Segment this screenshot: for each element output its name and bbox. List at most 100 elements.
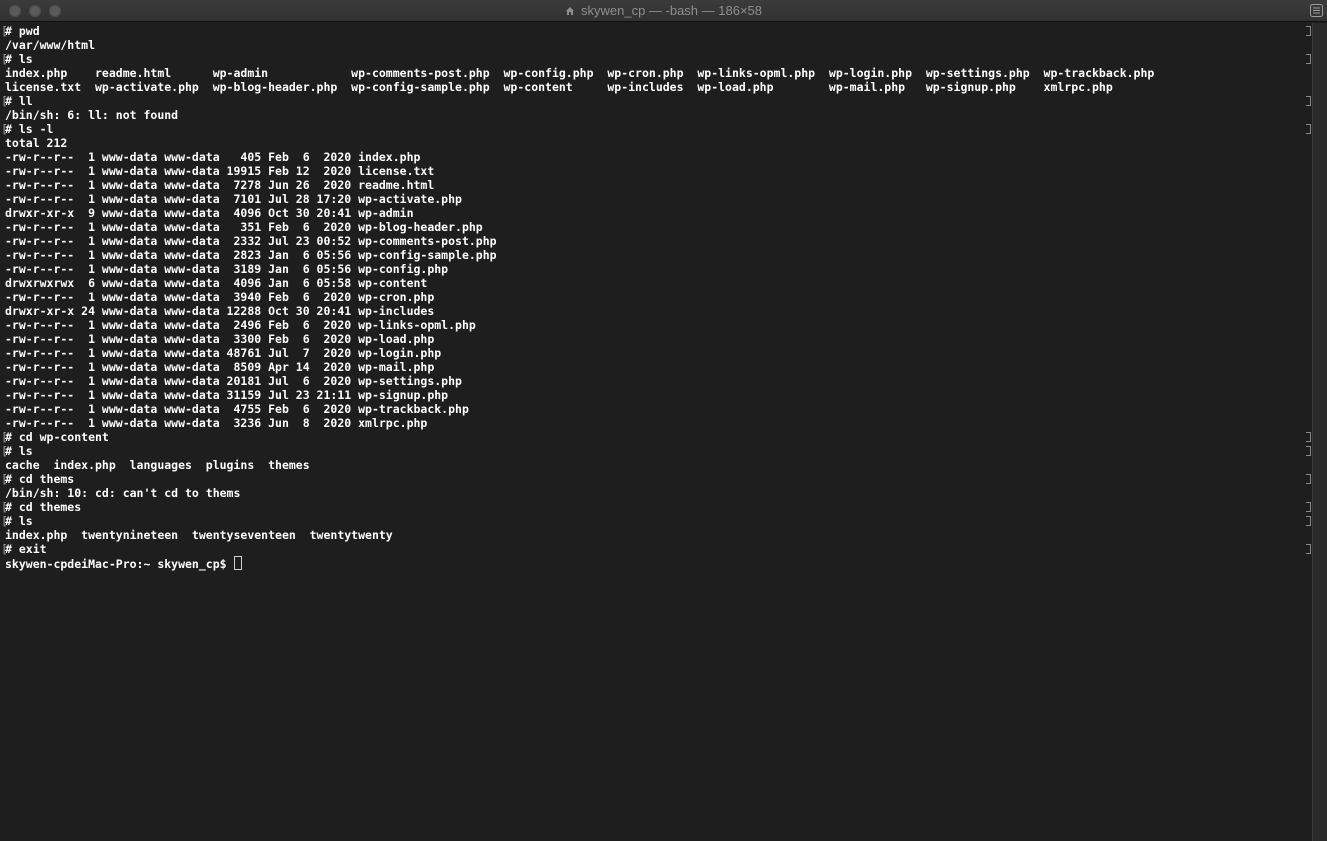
output-line: -rw-r--r-- 1 www-data www-data 3300 Feb …	[5, 332, 1312, 346]
line-text: -rw-r--r-- 1 www-data www-data 3940 Feb …	[5, 290, 435, 304]
command-line: [# cd themes	[1, 500, 1312, 514]
command-line: [# ll	[1, 94, 1312, 108]
line-text: cache index.php languages plugins themes	[5, 458, 310, 472]
line-text: index.php twentynineteen twentyseventeen…	[5, 528, 393, 542]
prompt-mark-right-icon	[1306, 96, 1311, 106]
output-line: -rw-r--r-- 1 www-data www-data 3236 Jun …	[5, 416, 1312, 430]
command-line: [# ls	[1, 444, 1312, 458]
line-text: total 212	[5, 136, 68, 150]
line-text: -rw-r--r-- 1 www-data www-data 48761 Jul…	[5, 346, 442, 360]
line-text: drwxr-xr-x 24 www-data www-data 12288 Oc…	[5, 304, 435, 318]
output-line: -rw-r--r-- 1 www-data www-data 3189 Jan …	[5, 262, 1312, 276]
line-text: # cd themes	[5, 500, 82, 514]
shell-prompt-line[interactable]: skywen-cpdeiMac-Pro:~ skywen_cp$	[5, 556, 1312, 571]
output-line: drwxr-xr-x 9 www-data www-data 4096 Oct …	[5, 206, 1312, 220]
prompt-mark-right-icon	[1306, 446, 1311, 456]
prompt-mark-right-icon	[1306, 544, 1311, 554]
prompt-mark-icon: [	[1, 430, 8, 444]
window-title-container: skywen_cp — -bash — 186×58	[0, 0, 1327, 22]
command-line: [# pwd	[1, 24, 1312, 38]
prompt-mark-right-icon	[1306, 124, 1311, 134]
line-text: index.php readme.html wp-admin wp-commen…	[5, 66, 1155, 80]
line-text: -rw-r--r-- 1 www-data www-data 2823 Jan …	[5, 248, 497, 262]
line-text: -rw-r--r-- 1 www-data www-data 4755 Feb …	[5, 402, 469, 416]
output-line: -rw-r--r-- 1 www-data www-data 2496 Feb …	[5, 318, 1312, 332]
line-text: # pwd	[5, 24, 40, 38]
line-text: /bin/sh: 6: ll: not found	[5, 108, 179, 122]
prompt-mark-right-icon	[1306, 54, 1311, 64]
output-line: -rw-r--r-- 1 www-data www-data 31159 Jul…	[5, 388, 1312, 402]
line-text: # ll	[5, 94, 33, 108]
prompt-mark-icon: [	[1, 542, 8, 556]
line-text: -rw-r--r-- 1 www-data www-data 7101 Jul …	[5, 192, 462, 206]
line-text: -rw-r--r-- 1 www-data www-data 20181 Jul…	[5, 374, 462, 388]
line-text: license.txt wp-activate.php wp-blog-head…	[5, 80, 1113, 94]
prompt-mark-right-icon	[1306, 432, 1311, 442]
output-line: drwxrwxrwx 6 www-data www-data 4096 Jan …	[5, 276, 1312, 290]
line-text: -rw-r--r-- 1 www-data www-data 3236 Jun …	[5, 416, 428, 430]
output-line: -rw-r--r-- 1 www-data www-data 19915 Feb…	[5, 164, 1312, 178]
command-line: [# ls	[1, 52, 1312, 66]
line-text: -rw-r--r-- 1 www-data www-data 2332 Jul …	[5, 234, 497, 248]
line-text: -rw-r--r-- 1 www-data www-data 31159 Jul…	[5, 388, 449, 402]
toolbar-toggle-icon[interactable]	[1310, 4, 1323, 17]
output-line: -rw-r--r-- 1 www-data www-data 7278 Jun …	[5, 178, 1312, 192]
line-text: # cd wp-content	[5, 430, 109, 444]
output-line: -rw-r--r-- 1 www-data www-data 48761 Jul…	[5, 346, 1312, 360]
title-bar[interactable]: skywen_cp — -bash — 186×58	[0, 0, 1327, 22]
terminal-output[interactable]: [# pwd/var/www/html[# ls index.php readme…	[0, 23, 1312, 841]
output-line: index.php readme.html wp-admin wp-commen…	[5, 66, 1312, 80]
shell-prompt: skywen-cpdeiMac-Pro:~ skywen_cp$	[5, 557, 234, 571]
command-line: [# cd thems	[1, 472, 1312, 486]
vertical-scrollbar[interactable]	[1312, 23, 1327, 841]
line-text: -rw-r--r-- 1 www-data www-data 3300 Feb …	[5, 332, 435, 346]
output-line: /bin/sh: 10: cd: can't cd to thems	[5, 486, 1312, 500]
line-text: -rw-r--r-- 1 www-data www-data 2496 Feb …	[5, 318, 476, 332]
command-line: [# cd wp-content	[1, 430, 1312, 444]
line-text: drwxrwxrwx 6 www-data www-data 4096 Jan …	[5, 276, 428, 290]
line-text: -rw-r--r-- 1 www-data www-data 8509 Apr …	[5, 360, 435, 374]
line-text: -rw-r--r-- 1 www-data www-data 405 Feb 6…	[5, 150, 421, 164]
output-line: -rw-r--r-- 1 www-data www-data 3940 Feb …	[5, 290, 1312, 304]
prompt-mark-icon: [	[1, 122, 8, 136]
output-line: -rw-r--r-- 1 www-data www-data 2823 Jan …	[5, 248, 1312, 262]
command-line: [# ls	[1, 514, 1312, 528]
prompt-mark-right-icon	[1306, 502, 1311, 512]
prompt-mark-icon: [	[1, 444, 8, 458]
output-line: -rw-r--r-- 1 www-data www-data 20181 Jul…	[5, 374, 1312, 388]
terminal-window: skywen_cp — -bash — 186×58 [# pwd/var/ww…	[0, 0, 1327, 841]
output-line: total 212	[5, 136, 1312, 150]
prompt-mark-icon: [	[1, 500, 8, 514]
output-line: index.php twentynineteen twentyseventeen…	[5, 528, 1312, 542]
text-cursor	[234, 556, 243, 570]
output-line: -rw-r--r-- 1 www-data www-data 405 Feb 6…	[5, 150, 1312, 164]
home-folder-icon	[565, 6, 575, 16]
prompt-mark-right-icon	[1306, 26, 1311, 36]
output-line: /var/www/html	[5, 38, 1312, 52]
command-line: [# exit	[1, 542, 1312, 556]
output-line: -rw-r--r-- 1 www-data www-data 4755 Feb …	[5, 402, 1312, 416]
line-text: # ls	[5, 52, 33, 66]
line-text: drwxr-xr-x 9 www-data www-data 4096 Oct …	[5, 206, 414, 220]
line-text: # ls	[5, 444, 33, 458]
line-text: /bin/sh: 10: cd: can't cd to thems	[5, 486, 241, 500]
output-line: /bin/sh: 6: ll: not found	[5, 108, 1312, 122]
line-text: # cd thems	[5, 472, 75, 486]
window-title: skywen_cp — -bash — 186×58	[580, 3, 763, 18]
prompt-mark-right-icon	[1306, 516, 1311, 526]
line-text: -rw-r--r-- 1 www-data www-data 351 Feb 6…	[5, 220, 483, 234]
prompt-mark-right-icon	[1306, 474, 1311, 484]
line-text: # ls	[5, 514, 33, 528]
line-text: /var/www/html	[5, 38, 96, 52]
line-text: -rw-r--r-- 1 www-data www-data 3189 Jan …	[5, 262, 449, 276]
output-line: -rw-r--r-- 1 www-data www-data 351 Feb 6…	[5, 220, 1312, 234]
output-line: -rw-r--r-- 1 www-data www-data 2332 Jul …	[5, 234, 1312, 248]
line-text: # exit	[5, 542, 47, 556]
prompt-mark-icon: [	[1, 514, 8, 528]
output-line: drwxr-xr-x 24 www-data www-data 12288 Oc…	[5, 304, 1312, 318]
line-text: -rw-r--r-- 1 www-data www-data 19915 Feb…	[5, 164, 435, 178]
prompt-mark-icon: [	[1, 24, 8, 38]
output-line: -rw-r--r-- 1 www-data www-data 7101 Jul …	[5, 192, 1312, 206]
prompt-mark-icon: [	[1, 472, 8, 486]
output-line: -rw-r--r-- 1 www-data www-data 8509 Apr …	[5, 360, 1312, 374]
